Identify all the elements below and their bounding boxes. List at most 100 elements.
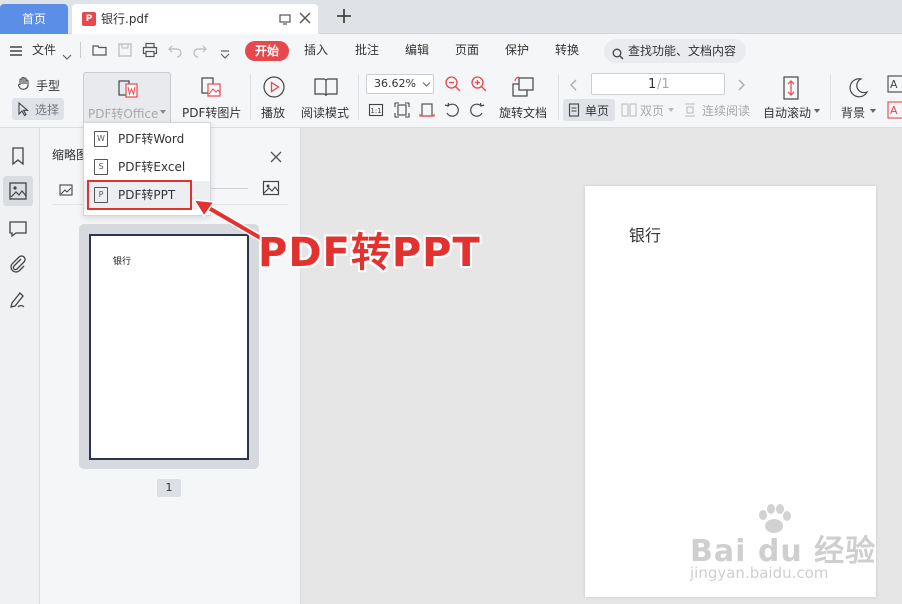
pdf-to-image-button[interactable]: PDF转图片: [178, 72, 244, 126]
svg-text:A: A: [890, 78, 898, 91]
background-button[interactable]: 背景: [838, 72, 880, 126]
select-tool-button[interactable]: 选择: [12, 98, 64, 120]
word-file-icon: W: [94, 131, 108, 147]
save-icon[interactable]: [117, 42, 133, 58]
thumbnail-page-text: 银行: [113, 257, 132, 267]
previous-page-button[interactable]: [568, 77, 580, 91]
open-folder-icon[interactable]: [92, 42, 108, 58]
chevron-right-icon: [738, 79, 745, 91]
play-button[interactable]: 播放: [258, 72, 290, 126]
watermark-url: jingyan.baidu.com: [690, 564, 829, 582]
paperclip-icon: [10, 255, 26, 273]
divider: [358, 74, 359, 120]
auto-scroll-icon: [783, 76, 799, 100]
menu-file[interactable]: 文件: [32, 34, 56, 66]
rotate-document-icon: [512, 76, 534, 97]
menu-edit[interactable]: 编辑: [405, 34, 429, 66]
rotate-document-button[interactable]: 旋转文档: [496, 72, 552, 126]
menu-start[interactable]: 开始: [245, 41, 289, 61]
rotate-right-button[interactable]: [469, 102, 485, 118]
thumbnail-enlarge-icon[interactable]: [262, 180, 280, 196]
divider: [80, 42, 81, 58]
zoom-in-button[interactable]: [470, 75, 488, 93]
tab-bar: 首页 P 银行.pdf: [0, 0, 902, 34]
bookmark-button[interactable]: [8, 146, 28, 166]
single-page-icon: [568, 103, 580, 117]
redo-icon[interactable]: [192, 42, 208, 58]
font-settings-button[interactable]: AA: [886, 74, 902, 122]
menu-insert[interactable]: 插入: [304, 34, 328, 66]
read-mode-label: 阅读模式: [301, 106, 350, 120]
tab-close-icon[interactable]: [298, 11, 312, 25]
attachment-button[interactable]: [8, 254, 28, 274]
search-icon: [612, 44, 624, 60]
hand-tool-button[interactable]: 手型: [14, 75, 74, 93]
pdf-to-office-button[interactable]: PDF转Office: [83, 72, 171, 126]
actual-size-icon: 1:1: [368, 103, 384, 117]
single-page-button[interactable]: 单页: [563, 99, 615, 121]
select-tool-label: 选择: [35, 103, 60, 117]
play-label: 播放: [261, 106, 286, 120]
chevron-down-icon[interactable]: [62, 46, 72, 60]
print-icon[interactable]: [142, 42, 158, 58]
double-page-button[interactable]: 双页: [620, 99, 676, 121]
thumbnail-panel-button[interactable]: [3, 176, 33, 206]
zoom-select[interactable]: 36.62%: [366, 74, 434, 94]
auto-scroll-label: 自动滚动: [763, 106, 812, 120]
page-number-input[interactable]: 1 /1: [591, 73, 725, 95]
caret-down-icon: [870, 109, 876, 113]
continuous-read-button[interactable]: 连续阅读: [682, 99, 754, 121]
tab-document-label: 银行.pdf: [101, 12, 149, 26]
pdf-to-image-label: PDF转图片: [182, 106, 242, 120]
bookmark-icon: [12, 147, 24, 166]
font-icon: AA: [887, 75, 902, 119]
panel-close-icon[interactable]: [270, 148, 282, 163]
hand-tool-label: 手型: [36, 79, 61, 93]
fit-page-button[interactable]: [394, 102, 410, 118]
thumbnail-shrink-icon[interactable]: [58, 182, 74, 196]
tab-document[interactable]: P 银行.pdf: [72, 4, 318, 34]
new-tab-button[interactable]: [334, 6, 354, 28]
next-page-button[interactable]: [735, 77, 747, 91]
menu-convert[interactable]: 转换: [555, 34, 579, 66]
zoom-value: 36.62%: [374, 77, 416, 90]
quick-access-dropdown-icon[interactable]: [219, 45, 231, 59]
auto-scroll-button[interactable]: 自动滚动: [760, 72, 822, 126]
search-input[interactable]: 查找功能、文档内容: [604, 39, 746, 63]
page-current: 1: [648, 77, 657, 92]
thumbnail-page-1[interactable]: 银行: [79, 224, 259, 469]
rotate-left-icon: [444, 102, 459, 117]
dropdown-item-label: PDF转Word: [118, 132, 185, 146]
dropdown-item-label: PDF转Excel: [118, 160, 186, 174]
zoom-out-button[interactable]: [444, 75, 462, 93]
dropdown-item-pdf-to-excel[interactable]: S PDF转Excel: [84, 153, 210, 181]
menu-protect[interactable]: 保护: [505, 34, 529, 66]
tab-home[interactable]: 首页: [0, 4, 68, 34]
undo-icon[interactable]: [167, 42, 183, 58]
hand-icon: [17, 76, 29, 90]
svg-text:1:1: 1:1: [370, 107, 381, 115]
book-icon: [314, 78, 338, 97]
tab-restore-icon[interactable]: [278, 12, 292, 26]
moon-icon: [849, 78, 869, 98]
rotate-left-button[interactable]: [444, 102, 460, 118]
zoom-in-icon: [471, 76, 487, 92]
caret-down-icon: [160, 110, 166, 114]
thumbnail-page-image: 银行: [89, 234, 249, 460]
pdf-to-image-icon: [201, 77, 221, 97]
actual-size-button[interactable]: 1:1: [368, 102, 384, 118]
signature-button[interactable]: [8, 289, 28, 309]
dropdown-item-pdf-to-word[interactable]: W PDF转Word: [84, 125, 210, 153]
caret-down-icon: [814, 109, 820, 113]
rotate-right-icon: [470, 102, 485, 117]
fit-width-button[interactable]: [419, 102, 435, 118]
read-mode-button[interactable]: 阅读模式: [300, 72, 352, 126]
double-page-icon: [621, 103, 637, 117]
fit-width-icon: [419, 103, 435, 117]
menu-page[interactable]: 页面: [455, 34, 479, 66]
hamburger-icon[interactable]: [8, 43, 24, 57]
pdf-file-icon: P: [82, 12, 96, 26]
menu-annotate[interactable]: 批注: [355, 34, 379, 66]
divider: [558, 74, 559, 120]
comment-button[interactable]: [8, 219, 28, 239]
